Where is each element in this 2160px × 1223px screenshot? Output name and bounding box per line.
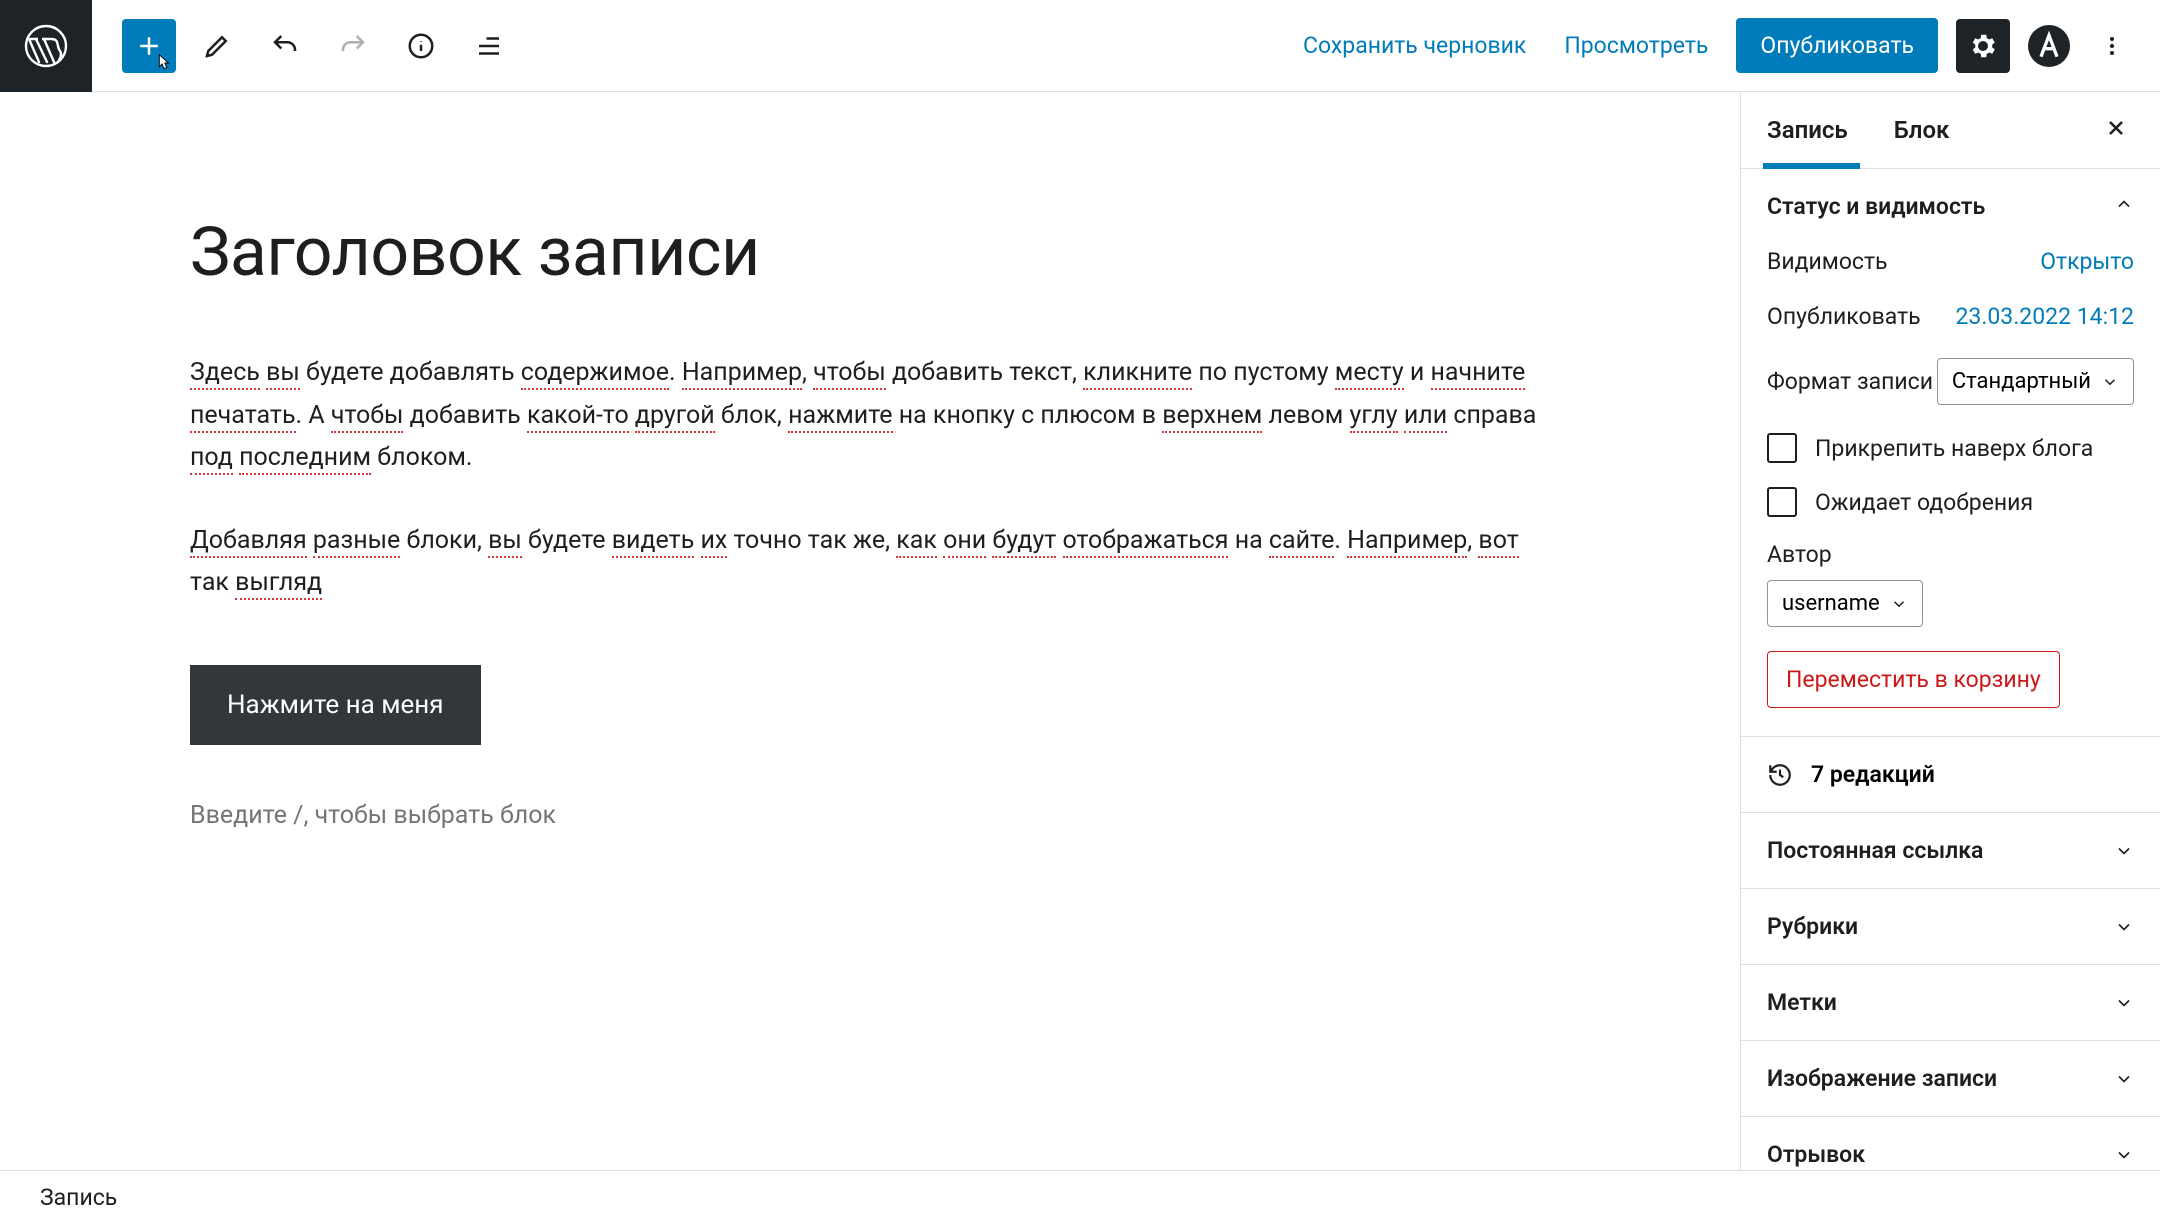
settings-button[interactable]	[1956, 19, 2010, 73]
editor-area: Заголовок записи Здесь вы будете добавля…	[0, 92, 1740, 1170]
editor-canvas[interactable]: Заголовок записи Здесь вы будете добавля…	[30, 122, 1740, 1170]
tab-post[interactable]: Запись	[1765, 92, 1872, 168]
toolbar-left-group	[92, 19, 516, 73]
panel-permalink-header[interactable]: Постоянная ссылка	[1741, 813, 2160, 888]
visibility-value[interactable]: Открыто	[2040, 248, 2134, 275]
panel-title: Рубрики	[1767, 913, 1858, 940]
author-select[interactable]: username	[1767, 580, 1923, 627]
panel-status: Статус и видимость Видимость Открыто Опу…	[1741, 169, 2160, 737]
panel-permalink: Постоянная ссылка	[1741, 813, 2160, 889]
chevron-down-icon	[1890, 595, 1908, 613]
plus-icon	[134, 31, 164, 61]
sticky-label: Прикрепить наверх блога	[1815, 435, 2093, 462]
revisions-link[interactable]: 7 редакций	[1741, 737, 2160, 813]
format-label: Формат записи	[1767, 368, 1933, 395]
panel-title: Метки	[1767, 989, 1837, 1016]
panel-title: Статус и видимость	[1767, 193, 1985, 220]
format-select[interactable]: Стандартный	[1937, 358, 2134, 405]
history-icon	[1767, 762, 1793, 788]
visibility-row: Видимость Открыто	[1767, 248, 2134, 275]
publish-value[interactable]: 23.03.2022 14:12	[1955, 303, 2134, 330]
toolbar-right-group: Сохранить черновик Просмотреть Опубликов…	[1293, 18, 2136, 73]
pending-checkbox[interactable]	[1767, 487, 1797, 517]
visibility-label: Видимость	[1767, 248, 1888, 275]
dots-vertical-icon	[2100, 34, 2124, 58]
breadcrumb[interactable]: Запись	[40, 1184, 117, 1211]
panel-categories: Рубрики	[1741, 889, 2160, 965]
post-paragraph-2[interactable]: Добавляя разные блоки, вы будете видеть …	[190, 520, 1550, 605]
gear-icon	[1968, 31, 1998, 61]
undo-icon	[270, 31, 300, 61]
post-title[interactable]: Заголовок записи	[190, 212, 1550, 292]
sidebar-tabs: Запись Блок	[1741, 92, 2160, 169]
redo-icon	[338, 31, 368, 61]
sticky-row: Прикрепить наверх блога	[1767, 433, 2134, 463]
author-value: username	[1782, 591, 1880, 616]
chevron-down-icon	[2114, 917, 2134, 937]
close-sidebar-button[interactable]	[2096, 106, 2136, 155]
block-placeholder[interactable]: Введите /, чтобы выбрать блок	[190, 801, 1550, 830]
pending-row: Ожидает одобрения	[1767, 487, 2134, 517]
panel-status-body: Видимость Открыто Опубликовать 23.03.202…	[1741, 244, 2160, 736]
format-row: Формат записи Стандартный	[1767, 358, 2134, 405]
edit-tool-button[interactable]	[190, 19, 244, 73]
chevron-down-icon	[2114, 1069, 2134, 1089]
format-value: Стандартный	[1952, 369, 2091, 394]
info-icon	[406, 31, 436, 61]
panel-featured-image: Изображение записи	[1741, 1041, 2160, 1117]
redo-button[interactable]	[326, 19, 380, 73]
settings-sidebar: Запись Блок Статус и видимость Видимость…	[1740, 92, 2160, 1170]
panel-title: Отрывок	[1767, 1141, 1865, 1168]
publish-button[interactable]: Опубликовать	[1736, 18, 1938, 73]
save-draft-button[interactable]: Сохранить черновик	[1293, 18, 1536, 73]
sticky-checkbox[interactable]	[1767, 433, 1797, 463]
panel-excerpt-header[interactable]: Отрывок	[1741, 1117, 2160, 1170]
add-block-button[interactable]	[122, 19, 176, 73]
wordpress-logo[interactable]	[0, 0, 92, 92]
pencil-icon	[202, 31, 232, 61]
list-icon	[474, 31, 504, 61]
panel-title: Изображение записи	[1767, 1065, 1997, 1092]
wordpress-icon	[22, 22, 70, 70]
panel-tags-header[interactable]: Метки	[1741, 965, 2160, 1040]
content-area: Заголовок записи Здесь вы будете добавля…	[0, 92, 2160, 1170]
letter-a-icon	[2033, 30, 2065, 62]
info-button[interactable]	[394, 19, 448, 73]
panel-featured-header[interactable]: Изображение записи	[1741, 1041, 2160, 1116]
author-label: Автор	[1767, 541, 2134, 568]
plugin-avatar[interactable]	[2028, 25, 2070, 67]
close-icon	[2104, 116, 2128, 140]
preview-button[interactable]: Просмотреть	[1554, 18, 1718, 73]
post-paragraph-1[interactable]: Здесь вы будете добавлять содержимое. На…	[190, 352, 1550, 480]
tab-block[interactable]: Блок	[1892, 92, 1974, 168]
chevron-up-icon	[2114, 194, 2134, 219]
outline-button[interactable]	[462, 19, 516, 73]
chevron-down-icon	[2114, 993, 2134, 1013]
panel-status-header[interactable]: Статус и видимость	[1741, 169, 2160, 244]
publish-date-row: Опубликовать 23.03.2022 14:12	[1767, 303, 2134, 330]
panel-excerpt: Отрывок	[1741, 1117, 2160, 1170]
panel-tags: Метки	[1741, 965, 2160, 1041]
trash-button[interactable]: Переместить в корзину	[1767, 651, 2060, 708]
chevron-down-icon	[2114, 841, 2134, 861]
publish-label: Опубликовать	[1767, 303, 1921, 330]
chevron-down-icon	[2101, 373, 2119, 391]
cta-button-block[interactable]: Нажмите на меня	[190, 665, 481, 745]
pending-label: Ожидает одобрения	[1815, 489, 2033, 516]
chevron-down-icon	[2114, 1145, 2134, 1165]
undo-button[interactable]	[258, 19, 312, 73]
editor-toolbar: Сохранить черновик Просмотреть Опубликов…	[0, 0, 2160, 92]
panel-title: Постоянная ссылка	[1767, 837, 1983, 864]
more-menu-button[interactable]	[2088, 22, 2136, 70]
panel-categories-header[interactable]: Рубрики	[1741, 889, 2160, 964]
status-bar: Запись	[0, 1170, 2160, 1223]
revisions-text: 7 редакций	[1811, 761, 1935, 788]
